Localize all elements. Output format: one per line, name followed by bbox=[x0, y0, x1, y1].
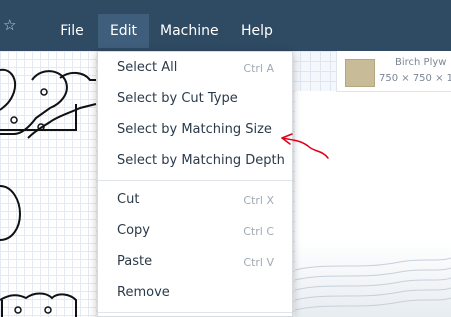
menu-item-select-all[interactable]: Select All Ctrl A bbox=[98, 54, 292, 84]
menu-item-label: Copy bbox=[117, 223, 150, 238]
star-icon[interactable]: ☆ bbox=[3, 17, 19, 33]
material-name: Birch Plyw bbox=[395, 57, 447, 68]
cut-hole bbox=[14, 306, 22, 314]
top-menubar: ☆ File Edit Machine Help bbox=[0, 0, 451, 51]
menu-separator bbox=[98, 312, 292, 313]
menu-separator bbox=[98, 180, 292, 181]
menu-item-label: Select All bbox=[117, 60, 178, 75]
edit-menu-dropdown: Select All Ctrl A Select by Cut Type Sel… bbox=[97, 51, 293, 317]
menu-item-label: Paste bbox=[117, 254, 153, 269]
menu-item-shortcut: Ctrl X bbox=[243, 194, 274, 207]
menu-item-copy[interactable]: Copy Ctrl C bbox=[98, 217, 292, 247]
menu-item-cut[interactable]: Cut Ctrl X bbox=[98, 186, 292, 216]
cut-hole bbox=[10, 116, 18, 124]
menu-help[interactable]: Help bbox=[237, 14, 277, 48]
cut-hole bbox=[40, 88, 48, 96]
menu-item-label: Remove bbox=[117, 285, 170, 300]
material-size: 750 × 750 × 1( bbox=[379, 73, 451, 84]
menu-item-label: Select by Matching Depth bbox=[117, 153, 285, 168]
menu-item-label: Select by Cut Type bbox=[117, 91, 238, 106]
menu-item-shortcut: Ctrl C bbox=[243, 225, 274, 238]
menu-item-label: Cut bbox=[117, 192, 140, 207]
material-swatch bbox=[345, 59, 375, 87]
menu-item-select-by-matching-size[interactable]: Select by Matching Size bbox=[98, 116, 292, 146]
menu-item-select-by-cut-type[interactable]: Select by Cut Type bbox=[98, 85, 292, 115]
red-arrow-annotation bbox=[281, 133, 329, 159]
menu-item-label: Select by Matching Size bbox=[117, 122, 272, 137]
cut-hole bbox=[44, 306, 52, 314]
menu-item-remove[interactable]: Remove bbox=[98, 279, 292, 309]
cut-shape bbox=[0, 68, 97, 317]
menu-item-shortcut: Ctrl A bbox=[243, 62, 274, 75]
menu-edit[interactable]: Edit bbox=[98, 14, 149, 48]
menu-file[interactable]: File bbox=[56, 14, 88, 48]
menu-item-select-by-matching-depth[interactable]: Select by Matching Depth bbox=[98, 147, 292, 177]
menu-item-paste[interactable]: Paste Ctrl V bbox=[98, 248, 292, 278]
menu-machine[interactable]: Machine bbox=[160, 14, 219, 48]
material-selector[interactable]: Birch Plyw 750 × 750 × 1( bbox=[336, 51, 451, 92]
menu-item-shortcut: Ctrl V bbox=[243, 256, 274, 269]
